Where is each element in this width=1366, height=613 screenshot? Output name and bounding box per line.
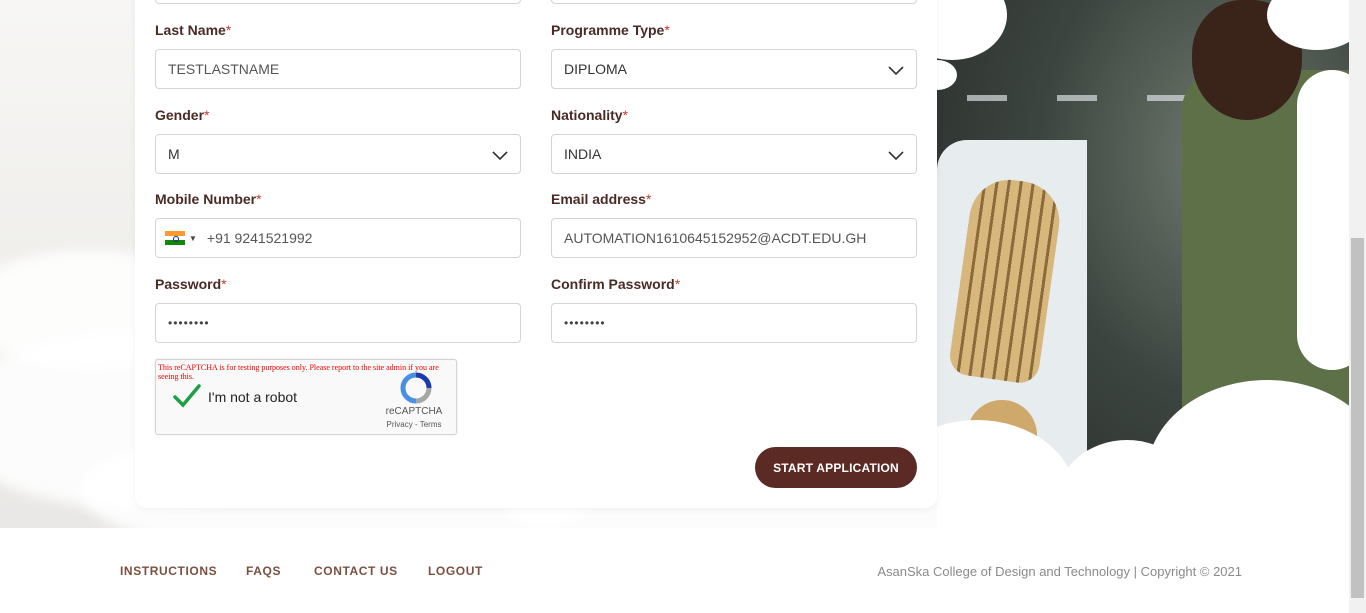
email-value: AUTOMATION1610645152952@ACDT.EDU.GH — [564, 230, 867, 246]
checkmark-icon[interactable] — [172, 382, 202, 410]
footer-link-contact-us[interactable]: CONTACT US — [314, 564, 398, 578]
mobile-number-value: +91 9241521992 — [206, 230, 313, 246]
programme-type-value: DIPLOMA — [564, 61, 628, 77]
recaptcha-links[interactable]: Privacy - Terms — [384, 420, 444, 429]
last-name-label: Last Name* — [155, 22, 231, 38]
second-field-bottom — [551, 0, 917, 4]
password-label-text: Password — [155, 276, 222, 292]
gender-value: M — [168, 146, 180, 162]
required-marker: * — [622, 107, 629, 123]
recaptcha-brand: reCAPTCHA — [385, 406, 443, 417]
india-flag-icon[interactable] — [165, 231, 185, 246]
page-scrollbar[interactable] — [1349, 0, 1366, 613]
gender-label: Gender* — [155, 107, 209, 123]
chevron-down-icon — [888, 66, 904, 76]
mobile-number-input[interactable]: ▼ +91 9241521992 — [155, 218, 521, 258]
confirm-password-value: •••••••• — [564, 316, 606, 330]
caret-down-icon[interactable]: ▼ — [189, 234, 197, 243]
footer-link-faqs[interactable]: FAQS — [246, 564, 281, 578]
programme-type-label-text: Programme Type — [551, 22, 665, 38]
student-photo — [937, 0, 1349, 528]
first-field-bottom — [155, 0, 521, 4]
password-value: •••••••• — [168, 316, 210, 330]
footer: INSTRUCTIONS FAQS CONTACT US LOGOUT Asan… — [0, 528, 1349, 613]
gender-label-text: Gender — [155, 107, 205, 123]
required-marker: * — [225, 22, 232, 38]
nationality-label: Nationality* — [551, 107, 628, 123]
email-label-text: Email address — [551, 191, 646, 207]
nationality-label-text: Nationality — [551, 107, 623, 123]
footer-link-logout[interactable]: LOGOUT — [428, 564, 483, 578]
required-marker: * — [664, 22, 670, 38]
start-application-button[interactable]: START APPLICATION — [755, 447, 917, 488]
recaptcha-label[interactable]: I'm not a robot — [208, 389, 297, 405]
required-marker: * — [256, 191, 262, 207]
last-name-value: TESTLASTNAME — [168, 61, 280, 77]
programme-type-select[interactable]: DIPLOMA — [551, 49, 917, 89]
required-marker: * — [674, 276, 681, 292]
scrollbar-thumb[interactable] — [1351, 238, 1364, 598]
required-marker: * — [645, 191, 652, 207]
password-input[interactable]: •••••••• — [155, 303, 521, 343]
required-marker: * — [204, 107, 210, 123]
copyright-text: AsanSka College of Design and Technology… — [877, 564, 1242, 579]
mobile-number-label: Mobile Number* — [155, 191, 262, 207]
email-input[interactable]: AUTOMATION1610645152952@ACDT.EDU.GH — [551, 218, 917, 258]
confirm-password-label-text: Confirm Password — [551, 276, 675, 292]
footer-link-instructions[interactable]: INSTRUCTIONS — [120, 564, 217, 578]
nationality-select[interactable]: INDIA — [551, 134, 917, 174]
recaptcha-logo-icon — [400, 372, 432, 404]
last-name-input[interactable]: TESTLASTNAME — [155, 49, 521, 89]
last-name-label-text: Last Name — [155, 22, 226, 38]
confirm-password-label: Confirm Password* — [551, 276, 680, 292]
mobile-number-label-text: Mobile Number — [155, 191, 257, 207]
email-label: Email address* — [551, 191, 651, 207]
confirm-password-input[interactable]: •••••••• — [551, 303, 917, 343]
password-label: Password* — [155, 276, 227, 292]
chevron-down-icon — [492, 151, 508, 161]
gender-select[interactable]: M — [155, 134, 521, 174]
recaptcha-widget: This reCAPTCHA is for testing purposes o… — [155, 359, 457, 435]
chevron-down-icon — [888, 151, 904, 161]
programme-type-label: Programme Type* — [551, 22, 670, 38]
required-marker: * — [221, 276, 227, 292]
nationality-value: INDIA — [564, 146, 602, 162]
